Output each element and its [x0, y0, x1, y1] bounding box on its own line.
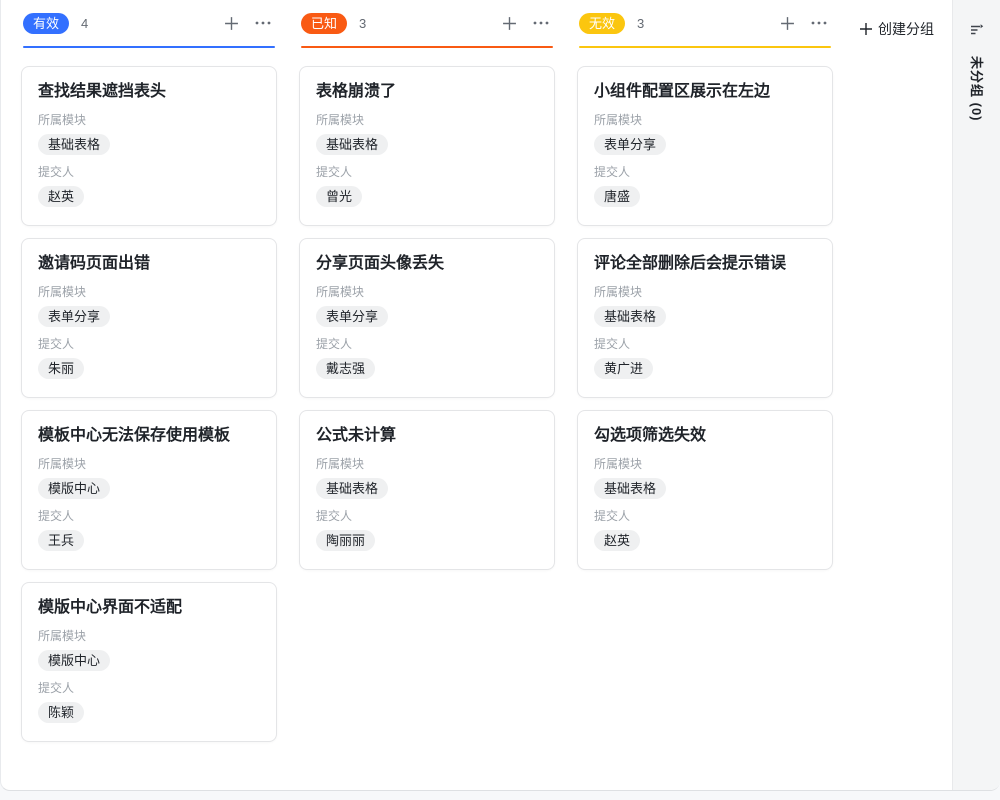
group-cards: 查找结果遮挡表头 所属模块 基础表格 提交人 赵英 邀请码页面出错 所属模块 表…	[21, 48, 277, 742]
kanban-group-column: 已知 3 表格崩溃了 所属模块 基础表格 提交人 曾光 分享页面头像丢失 所属模…	[299, 0, 555, 742]
group-cards: 表格崩溃了 所属模块 基础表格 提交人 曾光 分享页面头像丢失 所属模块 表单分…	[299, 48, 555, 570]
group-cards: 小组件配置区展示在左边 所属模块 表单分享 提交人 唐盛 评论全部删除后会提示错…	[577, 48, 833, 570]
module-field-label: 所属模块	[316, 285, 538, 299]
module-field-label: 所属模块	[316, 113, 538, 127]
add-card-button[interactable]	[497, 11, 521, 35]
group-list: 有效 4 查找结果遮挡表头 所属模块 基础表格 提交人 赵英 邀请码页面出错 所…	[21, 0, 833, 742]
submitter-field-label: 提交人	[38, 509, 260, 523]
module-field-label: 所属模块	[594, 113, 816, 127]
submitter-tag: 赵英	[594, 530, 640, 551]
more-icon[interactable]	[251, 11, 275, 35]
group-status-badge: 无效	[579, 13, 625, 34]
submitter-tag: 戴志强	[316, 358, 375, 379]
submitter-tag: 王兵	[38, 530, 84, 551]
submitter-tag: 陈颖	[38, 702, 84, 723]
card-title: 邀请码页面出错	[38, 253, 260, 275]
plus-icon	[859, 22, 873, 36]
submitter-tag: 唐盛	[594, 186, 640, 207]
kanban-card[interactable]: 小组件配置区展示在左边 所属模块 表单分享 提交人 唐盛	[577, 66, 833, 226]
module-tag: 基础表格	[594, 478, 666, 499]
kanban-card[interactable]: 评论全部删除后会提示错误 所属模块 基础表格 提交人 黄广进	[577, 238, 833, 398]
kanban-card[interactable]: 查找结果遮挡表头 所属模块 基础表格 提交人 赵英	[21, 66, 277, 226]
module-tag: 表单分享	[594, 134, 666, 155]
group-status-badge: 已知	[301, 13, 347, 34]
card-title: 小组件配置区展示在左边	[594, 81, 816, 103]
collapse-groups-icon[interactable]	[965, 18, 989, 42]
module-tag: 基础表格	[38, 134, 110, 155]
submitter-tag: 曾光	[316, 186, 362, 207]
module-tag: 基础表格	[316, 478, 388, 499]
module-field-label: 所属模块	[38, 285, 260, 299]
card-title: 查找结果遮挡表头	[38, 81, 260, 103]
ungrouped-label: 未分组 (0)	[968, 56, 987, 122]
submitter-tag: 黄广进	[594, 358, 653, 379]
card-title: 模版中心界面不适配	[38, 597, 260, 619]
more-icon[interactable]	[807, 11, 831, 35]
submitter-tag: 陶丽丽	[316, 530, 375, 551]
card-title: 表格崩溃了	[316, 81, 538, 103]
module-field-label: 所属模块	[594, 285, 816, 299]
module-tag: 表单分享	[38, 306, 110, 327]
group-header: 已知 3	[299, 0, 555, 46]
submitter-field-label: 提交人	[594, 509, 816, 523]
submitter-field-label: 提交人	[38, 165, 260, 179]
kanban-card[interactable]: 分享页面头像丢失 所属模块 表单分享 提交人 戴志强	[299, 238, 555, 398]
group-header: 无效 3	[577, 0, 833, 46]
submitter-tag: 赵英	[38, 186, 84, 207]
kanban-card[interactable]: 勾选项筛选失效 所属模块 基础表格 提交人 赵英	[577, 410, 833, 570]
submitter-field-label: 提交人	[594, 337, 816, 351]
add-card-button[interactable]	[219, 11, 243, 35]
group-card-count: 3	[359, 16, 366, 31]
kanban-card[interactable]: 模版中心界面不适配 所属模块 模版中心 提交人 陈颖	[21, 582, 277, 742]
submitter-field-label: 提交人	[316, 337, 538, 351]
group-header: 有效 4	[21, 0, 277, 46]
module-field-label: 所属模块	[38, 457, 260, 471]
module-field-label: 所属模块	[38, 113, 260, 127]
submitter-field-label: 提交人	[38, 337, 260, 351]
group-card-count: 4	[81, 16, 88, 31]
create-group-button[interactable]: 创建分组	[859, 17, 934, 41]
card-title: 模板中心无法保存使用模板	[38, 425, 260, 447]
add-card-button[interactable]	[775, 11, 799, 35]
module-tag: 模版中心	[38, 478, 110, 499]
group-card-count: 3	[637, 16, 644, 31]
submitter-field-label: 提交人	[316, 509, 538, 523]
module-tag: 表单分享	[316, 306, 388, 327]
module-tag: 模版中心	[38, 650, 110, 671]
module-field-label: 所属模块	[316, 457, 538, 471]
kanban-card[interactable]: 公式未计算 所属模块 基础表格 提交人 陶丽丽	[299, 410, 555, 570]
module-tag: 基础表格	[316, 134, 388, 155]
create-group-label: 创建分组	[878, 19, 934, 39]
kanban-group-column: 有效 4 查找结果遮挡表头 所属模块 基础表格 提交人 赵英 邀请码页面出错 所…	[21, 0, 277, 742]
submitter-field-label: 提交人	[38, 681, 260, 695]
more-icon[interactable]	[529, 11, 553, 35]
card-title: 评论全部删除后会提示错误	[594, 253, 816, 275]
kanban-card[interactable]: 模板中心无法保存使用模板 所属模块 模版中心 提交人 王兵	[21, 410, 277, 570]
kanban-view: 有效 4 查找结果遮挡表头 所属模块 基础表格 提交人 赵英 邀请码页面出错 所…	[0, 0, 1000, 791]
module-tag: 基础表格	[594, 306, 666, 327]
kanban-board: 有效 4 查找结果遮挡表头 所属模块 基础表格 提交人 赵英 邀请码页面出错 所…	[21, 0, 833, 790]
kanban-card[interactable]: 邀请码页面出错 所属模块 表单分享 提交人 朱丽	[21, 238, 277, 398]
submitter-field-label: 提交人	[594, 165, 816, 179]
card-title: 勾选项筛选失效	[594, 425, 816, 447]
module-field-label: 所属模块	[38, 629, 260, 643]
kanban-group-column: 无效 3 小组件配置区展示在左边 所属模块 表单分享 提交人 唐盛 评论全部删除…	[577, 0, 833, 742]
submitter-field-label: 提交人	[316, 165, 538, 179]
card-title: 分享页面头像丢失	[316, 253, 538, 275]
group-status-badge: 有效	[23, 13, 69, 34]
submitter-tag: 朱丽	[38, 358, 84, 379]
kanban-card[interactable]: 表格崩溃了 所属模块 基础表格 提交人 曾光	[299, 66, 555, 226]
module-field-label: 所属模块	[594, 457, 816, 471]
card-title: 公式未计算	[316, 425, 538, 447]
ungrouped-collapsed-group[interactable]: 未分组 (0)	[952, 0, 1000, 790]
